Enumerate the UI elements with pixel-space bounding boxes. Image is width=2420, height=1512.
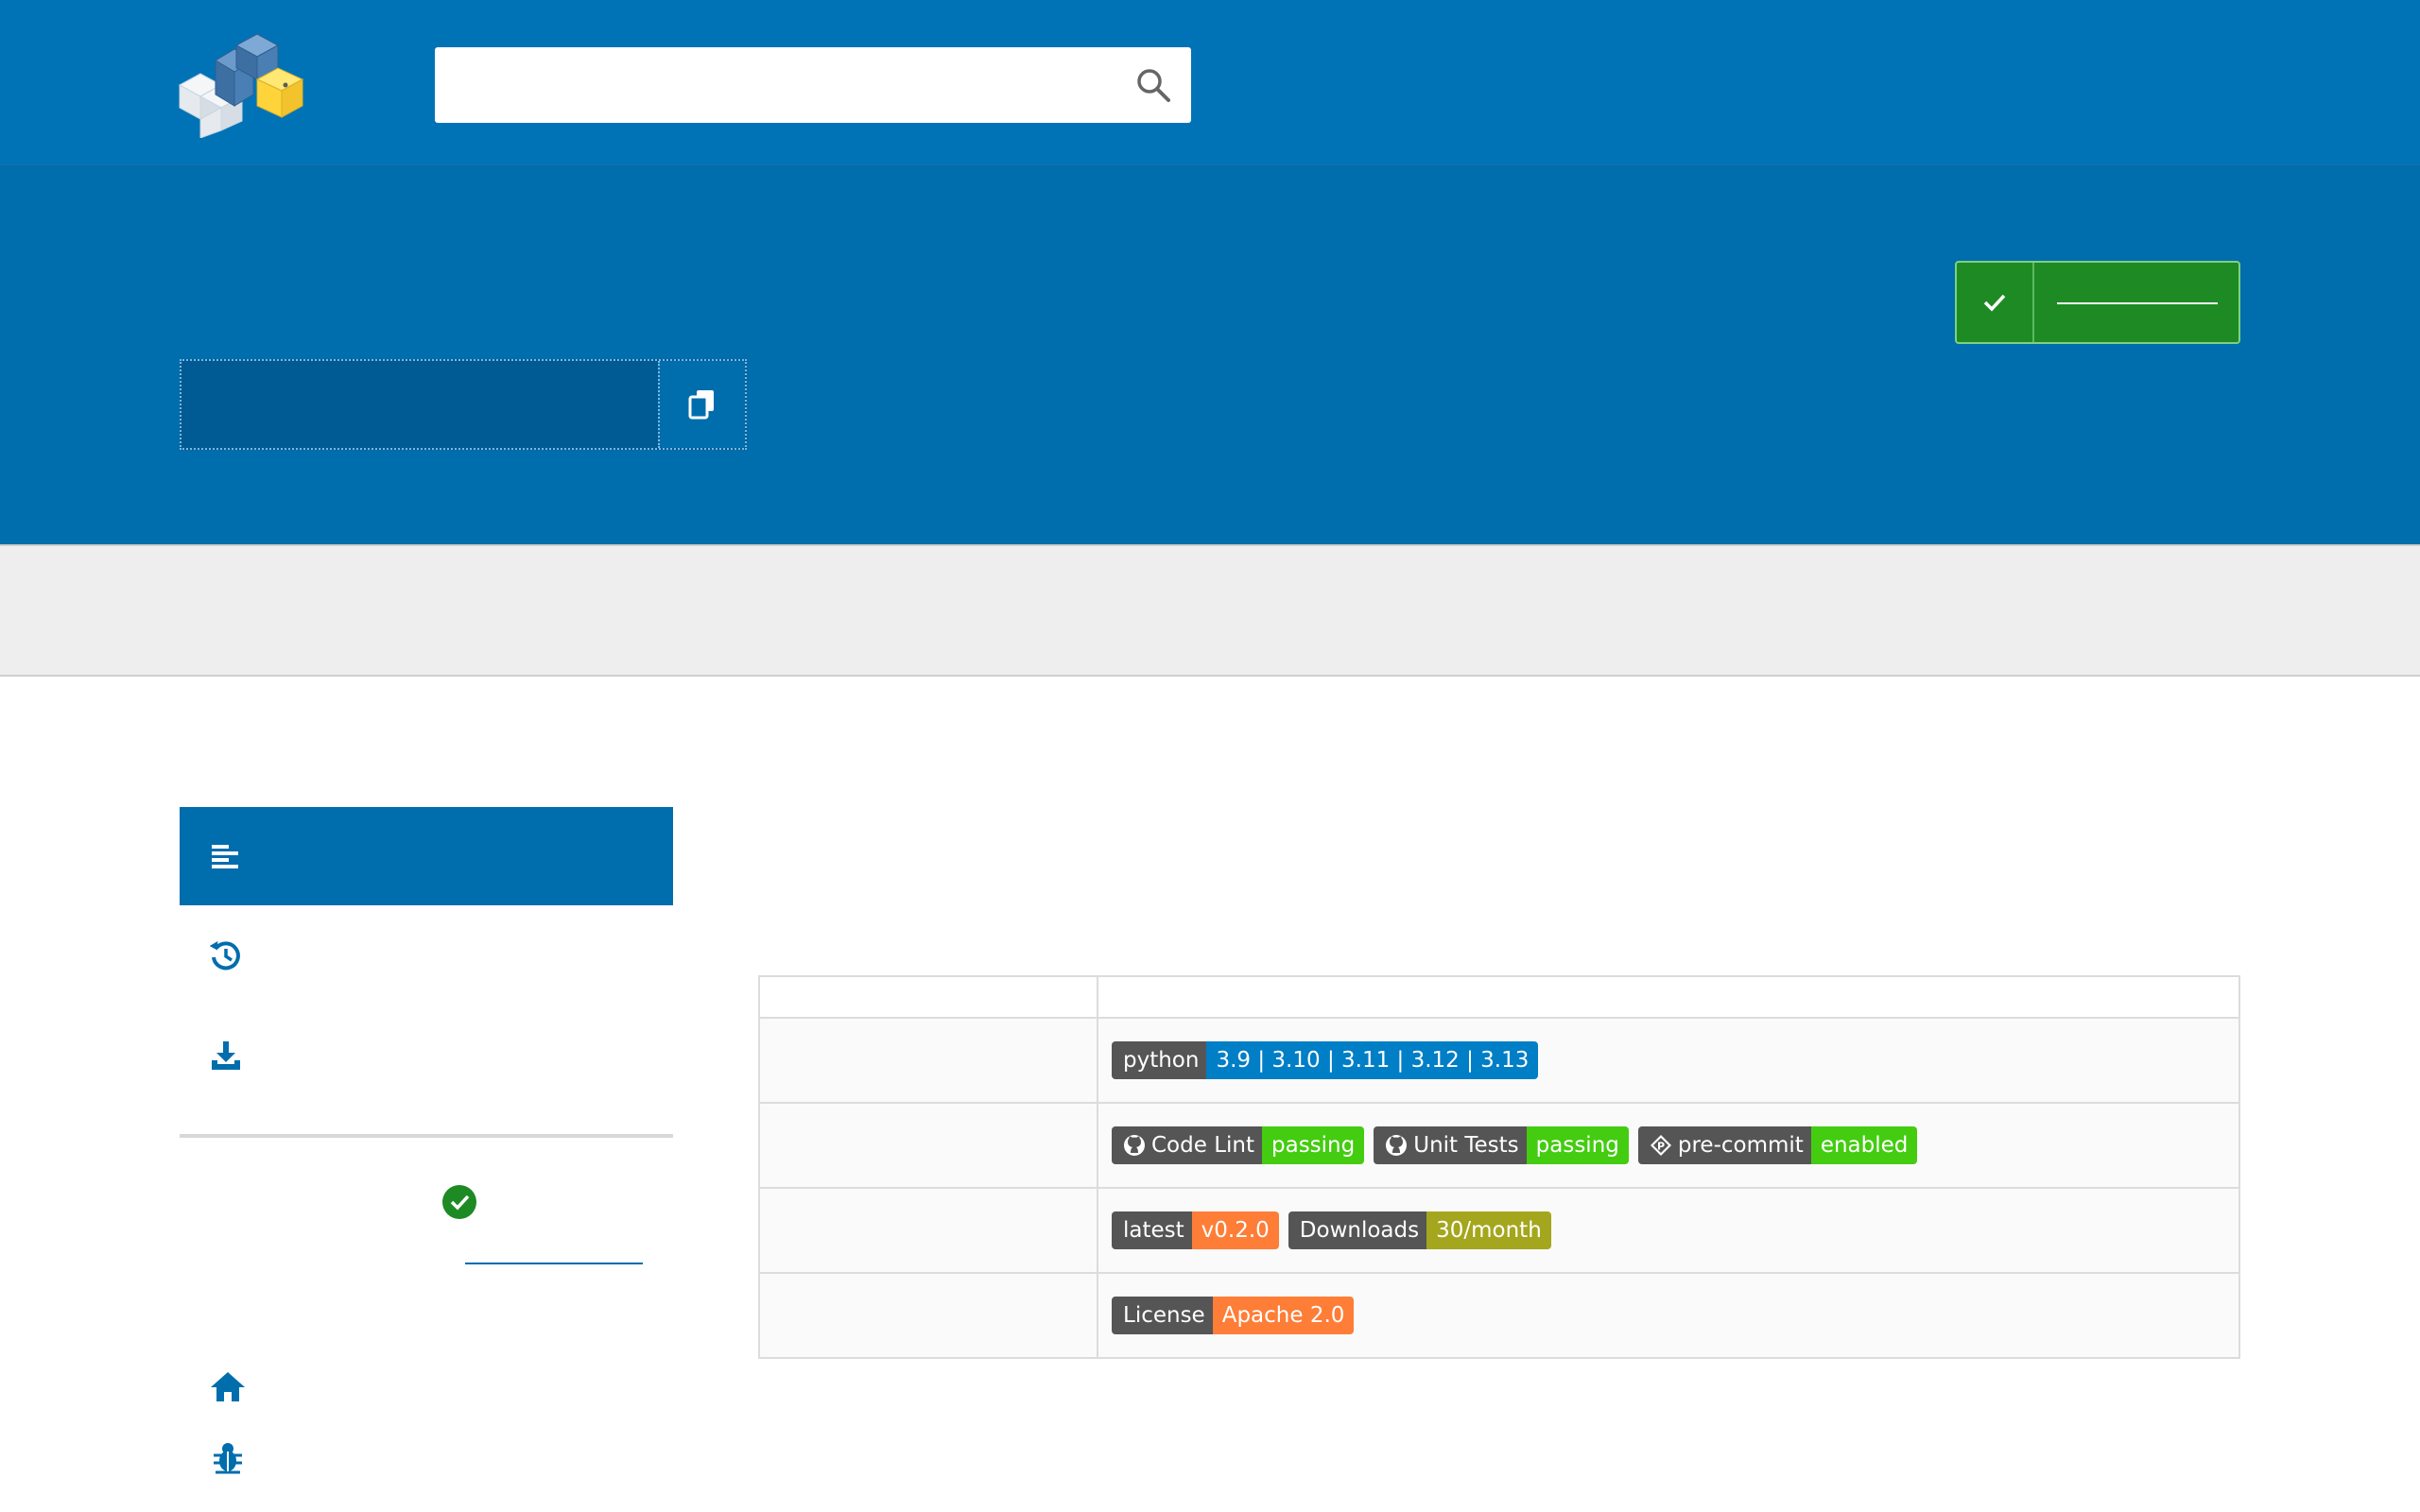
badge-label: License [1112, 1297, 1213, 1334]
badges-table: python 3.9 | 3.10 | 3.11 | 3.12 | 3.13 C… [758, 975, 2240, 1359]
align-left-icon [212, 845, 238, 868]
unit-tests-badge[interactable]: Unit Tests passing [1374, 1126, 1629, 1164]
table-row-label [760, 1274, 1098, 1357]
latest-version-badge[interactable]: latest v0.2.0 [1112, 1211, 1279, 1249]
site-header [0, 0, 2420, 165]
pip-install-box [180, 359, 747, 450]
package-banner [0, 165, 2420, 546]
table-header-cell [1098, 977, 2238, 1017]
pypi-cubes-icon [178, 33, 304, 139]
table-row-badges: python 3.9 | 3.10 | 3.11 | 3.12 | 3.13 [1098, 1019, 2238, 1102]
badge-label-wrap: Code Lint [1112, 1126, 1262, 1164]
verified-link[interactable] [465, 1263, 643, 1264]
svg-text:P: P [1657, 1141, 1665, 1153]
badge-value: 3.9 | 3.10 | 3.11 | 3.12 | 3.13 [1206, 1041, 1539, 1079]
badge-value: v0.2.0 [1191, 1211, 1279, 1249]
download-icon [212, 1041, 240, 1070]
table-row-badges: Code Lint passing Unit Tests passing P p… [1098, 1104, 2238, 1187]
github-icon [1124, 1135, 1145, 1156]
badge-label: Unit Tests [1413, 1133, 1519, 1158]
table-row-badges: latest v0.2.0 Downloads 30/month [1098, 1189, 2238, 1272]
home-icon[interactable] [210, 1370, 246, 1406]
pypi-logo[interactable] [178, 26, 306, 139]
search-bar[interactable] [435, 47, 1191, 123]
badge-label: latest [1112, 1211, 1192, 1249]
verified-details [180, 1138, 673, 1289]
table-row-label [760, 1104, 1098, 1187]
badge-label: pre-commit [1677, 1133, 1804, 1158]
sidebar-item-description[interactable] [180, 807, 673, 905]
badge-value: passing [1262, 1126, 1365, 1164]
table-row: python 3.9 | 3.10 | 3.11 | 3.12 | 3.13 [760, 1017, 2238, 1102]
badge-value: Apache 2.0 [1212, 1297, 1355, 1334]
license-badge[interactable]: License Apache 2.0 [1112, 1297, 1355, 1334]
pre-commit-icon: P [1650, 1135, 1671, 1156]
badge-label: python [1112, 1041, 1207, 1079]
github-icon [1386, 1135, 1408, 1156]
badge-value: passing [1526, 1126, 1629, 1164]
table-header-cell [760, 977, 1098, 1017]
downloads-badge[interactable]: Downloads 30/month [1288, 1211, 1551, 1249]
copy-icon [688, 390, 714, 420]
sidebar [180, 807, 673, 1289]
history-icon [210, 941, 240, 971]
badge-label-wrap: P pre-commit [1637, 1126, 1811, 1164]
badge-label: Code Lint [1151, 1133, 1254, 1158]
copy-button[interactable] [658, 361, 745, 448]
search-icon[interactable] [1134, 66, 1172, 104]
check-icon [1957, 263, 2034, 342]
table-row: latest v0.2.0 Downloads 30/month [760, 1187, 2238, 1272]
badge-label-wrap: Unit Tests [1374, 1126, 1527, 1164]
search-input[interactable] [435, 47, 1097, 123]
table-row: License Apache 2.0 [760, 1272, 2238, 1357]
bug-icon[interactable] [212, 1440, 244, 1478]
table-row: Code Lint passing Unit Tests passing P p… [760, 1102, 2238, 1187]
sidebar-item-download[interactable] [180, 1005, 673, 1106]
latest-version-button[interactable] [1955, 261, 2240, 344]
sidebar-item-history[interactable] [180, 905, 673, 1005]
package-description-strip [0, 546, 2420, 677]
table-row-label [760, 1019, 1098, 1102]
badge-label: Downloads [1288, 1211, 1427, 1249]
pre-commit-badge[interactable]: P pre-commit enabled [1637, 1126, 1918, 1164]
check-circle-icon [442, 1185, 476, 1223]
latest-version-label [2057, 301, 2218, 304]
code-lint-badge[interactable]: Code Lint passing [1112, 1126, 1365, 1164]
python-version-badge[interactable]: python 3.9 | 3.10 | 3.11 | 3.12 | 3.13 [1112, 1041, 1539, 1079]
badge-value: 30/month [1426, 1211, 1551, 1249]
table-row-label [760, 1189, 1098, 1272]
badge-value: enabled [1810, 1126, 1918, 1164]
table-header-row [760, 977, 2238, 1017]
table-row-badges: License Apache 2.0 [1098, 1274, 2238, 1357]
